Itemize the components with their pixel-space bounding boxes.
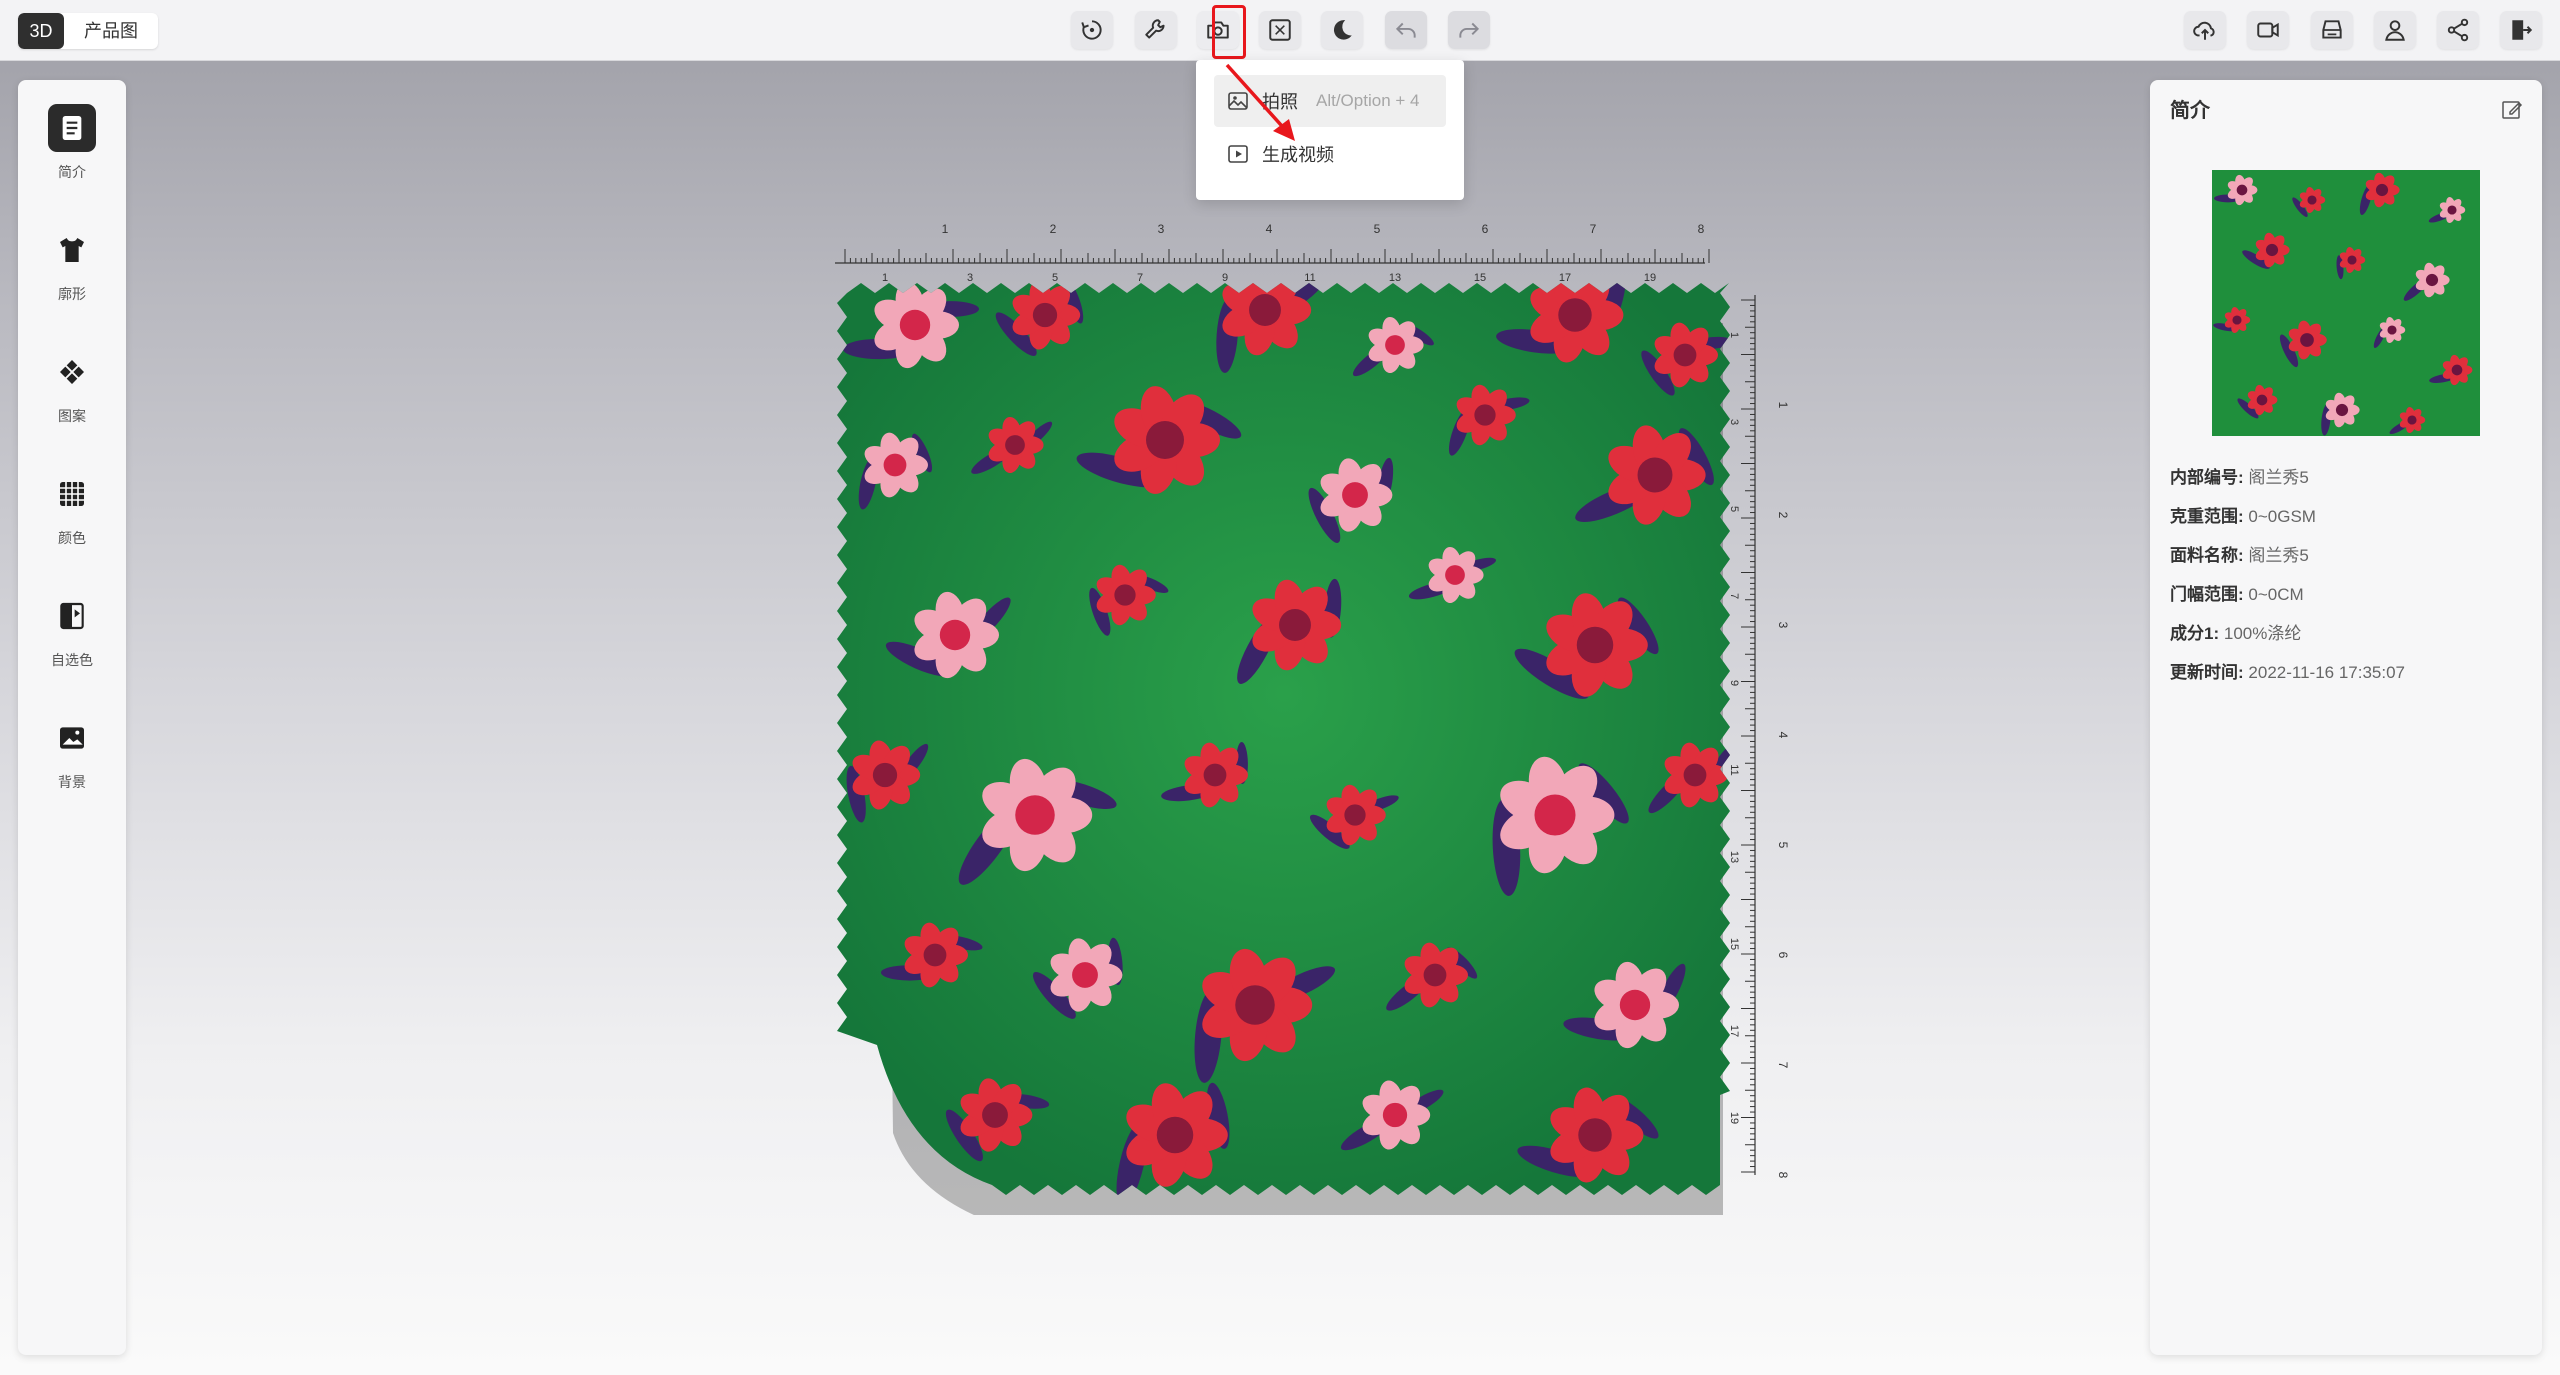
video-icon bbox=[2257, 22, 2279, 38]
info-panel: 简介 内部编号: 阁兰秀5 克重范围: 0~0GSM 面料名称: 阁兰秀5 门幅… bbox=[2150, 80, 2542, 1355]
svg-text:19: 19 bbox=[1728, 1112, 1740, 1124]
svg-text:19: 19 bbox=[1644, 272, 1656, 284]
svg-text:11: 11 bbox=[1728, 764, 1740, 775]
svg-text:7: 7 bbox=[1590, 222, 1597, 236]
night-mode-button[interactable] bbox=[1321, 11, 1363, 49]
fabric-thumbnail[interactable] bbox=[2212, 170, 2480, 436]
scanner-icon bbox=[2322, 20, 2342, 39]
share-button[interactable] bbox=[2437, 11, 2479, 49]
svg-text:9: 9 bbox=[1222, 272, 1228, 284]
sidebar-label-custom-color: 自选色 bbox=[51, 652, 93, 668]
rotate-reset-icon bbox=[1081, 20, 1102, 40]
svg-text:8: 8 bbox=[1776, 1172, 1790, 1179]
svg-text:7: 7 bbox=[1728, 593, 1740, 599]
redo-icon bbox=[1459, 22, 1480, 38]
fullscreen-icon bbox=[1269, 19, 1291, 41]
svg-text:4: 4 bbox=[1266, 222, 1273, 236]
sidebar-label-background: 背景 bbox=[58, 774, 86, 790]
document-icon bbox=[48, 104, 96, 152]
svg-text:13: 13 bbox=[1728, 851, 1740, 863]
svg-text:6: 6 bbox=[1482, 222, 1489, 236]
svg-text:3: 3 bbox=[1158, 222, 1165, 236]
wrench-button[interactable] bbox=[1135, 11, 1177, 49]
svg-text:17: 17 bbox=[1728, 1025, 1740, 1037]
red-arrow-annotation bbox=[1225, 63, 1295, 141]
svg-text:11: 11 bbox=[1304, 272, 1315, 284]
info-row-composition: 成分1: 100%涤纶 bbox=[2170, 624, 2302, 643]
svg-text:13: 13 bbox=[1389, 272, 1401, 284]
redo-button[interactable] bbox=[1448, 11, 1490, 49]
sidebar-item-color[interactable]: 颜色 bbox=[18, 470, 126, 548]
view-mode-switch: 3D 产品图 bbox=[18, 13, 158, 49]
left-sidebar: 简介 廓形 图案 颜色 自选色 背景 bbox=[18, 80, 126, 1355]
user-button[interactable] bbox=[2374, 11, 2416, 49]
svg-text:15: 15 bbox=[1728, 938, 1740, 950]
take-photo-shortcut: Alt/Option + 4 bbox=[1316, 91, 1420, 110]
wrench-icon bbox=[1145, 19, 1165, 39]
svg-text:7: 7 bbox=[1137, 272, 1143, 284]
panel-title: 简介 bbox=[2170, 100, 2210, 122]
svg-text:5: 5 bbox=[1052, 272, 1058, 284]
svg-text:5: 5 bbox=[1374, 222, 1381, 236]
fullscreen-button[interactable] bbox=[1259, 11, 1301, 49]
exit-icon bbox=[2512, 20, 2533, 40]
info-row-width-range: 门幅范围: 0~0CM bbox=[2170, 585, 2304, 604]
sidebar-label-color: 颜色 bbox=[58, 530, 86, 546]
grid-color-icon bbox=[48, 470, 96, 518]
svg-text:1: 1 bbox=[1776, 402, 1790, 409]
top-toolbar: 3D 产品图 bbox=[0, 0, 2560, 61]
svg-text:1: 1 bbox=[942, 222, 949, 236]
cloud-upload-icon bbox=[2193, 21, 2215, 40]
night-mode-icon bbox=[1333, 20, 1352, 40]
info-row-updated-time: 更新时间: 2022-11-16 17:35:07 bbox=[2170, 663, 2406, 682]
fabric-info-list: 内部编号: 阁兰秀5 克重范围: 0~0GSM 面料名称: 阁兰秀5 门幅范围:… bbox=[2170, 458, 2405, 692]
share-icon bbox=[2447, 18, 2469, 42]
svg-text:1: 1 bbox=[882, 272, 888, 284]
undo-button[interactable] bbox=[1385, 11, 1427, 49]
cloud-upload-button[interactable] bbox=[2184, 11, 2226, 49]
exit-button[interactable] bbox=[2500, 11, 2542, 49]
sidebar-item-pattern[interactable]: 图案 bbox=[18, 348, 126, 426]
svg-text:3: 3 bbox=[967, 272, 973, 284]
svg-text:17: 17 bbox=[1559, 272, 1571, 284]
video-button[interactable] bbox=[2247, 11, 2289, 49]
svg-text:8: 8 bbox=[1698, 222, 1705, 236]
sidebar-label-pattern: 图案 bbox=[58, 408, 86, 424]
pattern-icon bbox=[48, 348, 96, 396]
sidebar-item-background[interactable]: 背景 bbox=[18, 714, 126, 792]
image-background-icon bbox=[48, 714, 96, 762]
svg-text:3: 3 bbox=[1728, 419, 1740, 425]
svg-text:3: 3 bbox=[1776, 622, 1790, 629]
scanner-button[interactable] bbox=[2311, 11, 2353, 49]
svg-text:5: 5 bbox=[1776, 842, 1790, 849]
info-row-internal-id: 内部编号: 阁兰秀5 bbox=[2170, 468, 2309, 487]
user-icon bbox=[2385, 20, 2405, 41]
info-row-weight-range: 克重范围: 0~0GSM bbox=[2170, 507, 2316, 526]
sidebar-label-silhouette: 廓形 bbox=[58, 286, 86, 302]
sidebar-item-custom-color[interactable]: 自选色 bbox=[18, 592, 126, 670]
svg-text:5: 5 bbox=[1728, 506, 1740, 512]
undo-icon bbox=[1395, 22, 1416, 38]
fabric-swatch-viewport[interactable]: 1 2 3 4 5 6 7 81 3 5 7 9 11 13 15 17 1912345678135791113… bbox=[835, 215, 1815, 1215]
mode-product-image-tab[interactable]: 产品图 bbox=[64, 13, 158, 49]
svg-text:7: 7 bbox=[1776, 1062, 1790, 1069]
svg-text:1: 1 bbox=[1728, 332, 1740, 338]
sidebar-item-intro[interactable]: 简介 bbox=[18, 104, 126, 182]
tshirt-icon bbox=[48, 226, 96, 274]
svg-text:2: 2 bbox=[1776, 512, 1790, 519]
svg-text:15: 15 bbox=[1474, 272, 1486, 284]
rotate-reset-button[interactable] bbox=[1071, 11, 1113, 49]
svg-text:9: 9 bbox=[1728, 680, 1740, 686]
sidebar-item-silhouette[interactable]: 廓形 bbox=[18, 226, 126, 304]
svg-text:2: 2 bbox=[1050, 222, 1057, 236]
svg-text:6: 6 bbox=[1776, 952, 1790, 959]
mode-3d-tab[interactable]: 3D bbox=[18, 13, 64, 49]
fabric-body bbox=[837, 283, 1730, 1195]
edit-icon[interactable] bbox=[2500, 98, 2524, 122]
custom-color-icon bbox=[48, 592, 96, 640]
sidebar-label-intro: 简介 bbox=[58, 164, 86, 180]
info-row-fabric-name: 面料名称: 阁兰秀5 bbox=[2170, 546, 2309, 565]
svg-text:4: 4 bbox=[1776, 732, 1790, 739]
camera-highlight-box bbox=[1212, 5, 1246, 59]
